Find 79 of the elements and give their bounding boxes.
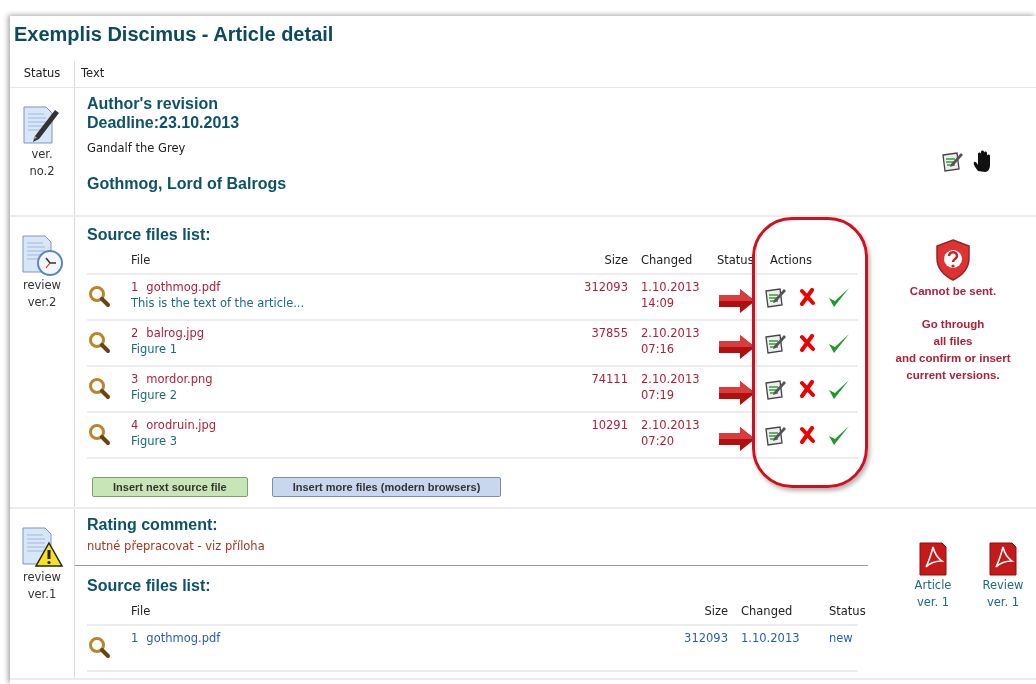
warning-document-icon — [20, 524, 64, 569]
insert-button[interactable]: Insert next source file — [92, 476, 248, 497]
rating-comment: nutné přepracovat - viz příloha — [87, 537, 266, 555]
file-size: 312093 — [584, 279, 628, 294]
magnifier-icon[interactable] — [87, 284, 113, 309]
file-description: This is the text of the article... — [131, 294, 306, 311]
magnifier-icon[interactable] — [87, 422, 113, 447]
confirm-icon[interactable] — [827, 285, 851, 308]
file-link[interactable]: balrog.jpg — [146, 325, 205, 340]
magnifier-icon[interactable] — [87, 636, 113, 661]
file-size: 74111 — [591, 371, 628, 386]
column-header: Status — [717, 252, 754, 267]
column-header: Size — [704, 604, 728, 618]
pdf-document-link[interactable]: Article ver. 1 — [910, 538, 956, 679]
file-date: 1.10.2013 — [641, 278, 701, 295]
edit-icon[interactable] — [763, 423, 787, 446]
file-size: 312093 — [684, 631, 728, 646]
file-size: 10291 — [591, 417, 628, 432]
file-link[interactable]: mordor.png — [146, 371, 213, 386]
file-link[interactable]: gothmog.pdf — [146, 631, 221, 646]
section-heading: Source files list: — [87, 224, 212, 244]
notice-title: Cannot be sent. — [908, 283, 998, 299]
column-header: Text — [81, 66, 105, 80]
shield-icon — [935, 238, 971, 281]
delete-icon[interactable] — [799, 333, 815, 352]
column-header: File — [131, 604, 151, 618]
revision-heading: Author's revision — [87, 94, 219, 114]
notice-text: Go through all files and confirm or insert current versions. — [895, 316, 1011, 383]
edit-icon[interactable] — [763, 285, 787, 308]
edit-icon[interactable] — [940, 150, 964, 173]
file-number: 3 — [131, 371, 139, 386]
magnifier-icon[interactable] — [87, 376, 113, 401]
file-number: 1 — [131, 631, 139, 646]
file-link[interactable]: orodruin.jpg — [146, 417, 217, 432]
file-date: 2.10.2013 — [641, 416, 701, 433]
section-heading: Rating comment: — [87, 514, 219, 534]
file-description: Figure 2 — [131, 386, 179, 403]
magnifier-icon[interactable] — [87, 330, 113, 355]
confirm-icon[interactable] — [827, 423, 851, 446]
version-label: ver. no.2 — [28, 146, 56, 181]
version-label: review ver.1 — [21, 568, 62, 603]
file-description: Figure 3 — [131, 432, 179, 449]
version-label: review ver.2 — [21, 276, 62, 311]
file-size: 37855 — [591, 325, 628, 340]
file-date: 1.10.2013 — [741, 630, 801, 647]
page-title: Exemplis Discimus - Article detail — [13, 22, 335, 47]
insert-button[interactable]: Insert more files (modern browsers) — [271, 476, 502, 497]
delete-icon[interactable] — [799, 425, 815, 444]
file-date: 2.10.2013 — [641, 324, 701, 341]
file-date: 2.10.2013 — [641, 370, 701, 387]
delete-icon[interactable] — [799, 287, 815, 306]
delete-icon[interactable] — [799, 379, 815, 398]
file-link[interactable]: gothmog.pdf — [146, 279, 221, 294]
file-status: new — [829, 631, 853, 646]
column-header: Actions — [770, 252, 812, 267]
column-header: Status — [829, 604, 866, 618]
file-number: 1 — [131, 279, 139, 294]
revision-heading: Deadline:23.10.2013 — [87, 113, 241, 133]
file-description: Figure 1 — [131, 340, 179, 357]
article-title: Gothmog, Lord of Balrogs — [87, 173, 288, 193]
file-time: 07:16 — [641, 340, 676, 357]
column-header: Changed — [641, 252, 693, 267]
edit-icon[interactable] — [763, 331, 787, 354]
file-time: 07:20 — [641, 432, 676, 449]
file-number: 4 — [131, 417, 139, 432]
column-header: File — [131, 252, 151, 267]
column-header: Size — [604, 252, 628, 267]
author-name: Gandalf the Grey — [87, 140, 187, 158]
file-number: 2 — [131, 325, 139, 340]
confirm-icon[interactable] — [827, 377, 851, 400]
edit-icon[interactable] — [763, 377, 787, 400]
column-header: Status — [23, 66, 61, 80]
confirm-icon[interactable] — [827, 331, 851, 354]
section-heading: Source files list: — [87, 576, 212, 595]
file-time: 07:19 — [641, 386, 676, 403]
clock-document-icon — [20, 232, 64, 277]
column-header: Changed — [741, 604, 793, 618]
pdf-document-link[interactable]: Review ver. 1 — [980, 538, 1026, 679]
file-time: 14:09 — [641, 294, 676, 311]
